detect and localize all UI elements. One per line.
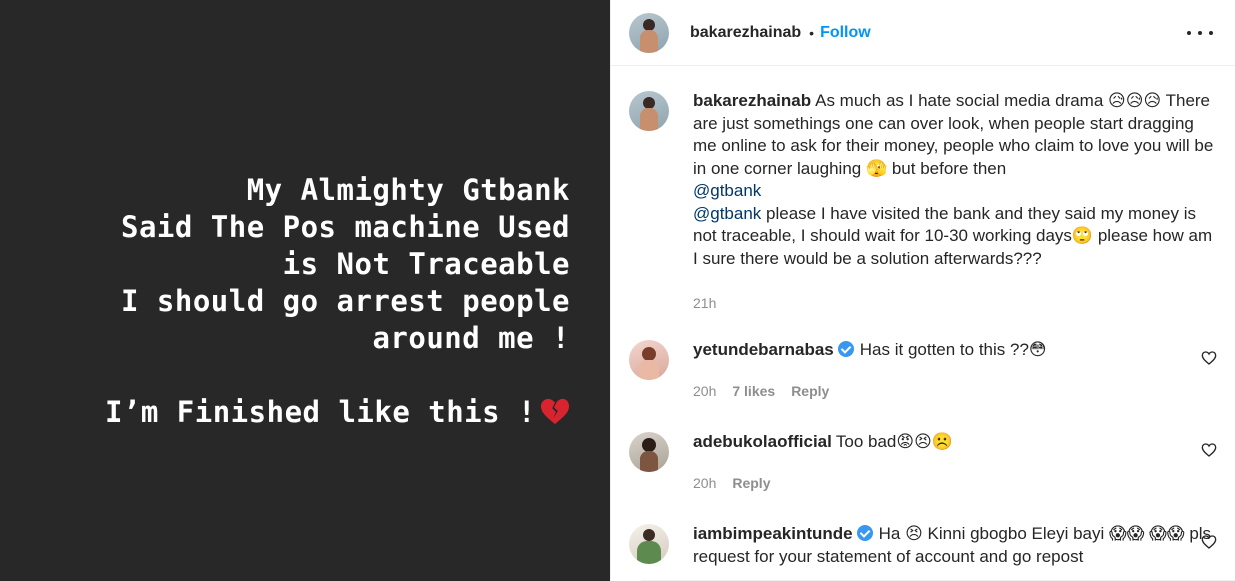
comments-panel: bakarezhainab • Follow bakarezhainab As m…: [610, 0, 1235, 581]
avatar[interactable]: [629, 12, 669, 53]
caption-text-block: bakarezhainab As much as I hate social me…: [693, 90, 1217, 180]
comment-username[interactable]: iambimpeakintunde: [693, 524, 853, 543]
caption-body: bakarezhainab As much as I hate social me…: [693, 90, 1217, 315]
story-line: is Not Traceable: [282, 247, 570, 281]
avatar[interactable]: [629, 432, 669, 472]
comment-username[interactable]: yetundebarnabas: [693, 340, 834, 359]
comment-item: iambimpeakintunde Ha 😣 Kinni gbogbo Eleyi…: [629, 522, 1217, 568]
more-options-icon[interactable]: [1187, 26, 1213, 40]
story-line: I should go arrest people: [121, 284, 570, 318]
post-image-text: My Almighty Gtbank Said The Pos machine …: [105, 172, 570, 431]
like-heart-icon[interactable]: [1201, 350, 1217, 366]
caption: bakarezhainab As much as I hate social me…: [629, 89, 1217, 315]
post-header: bakarezhainab • Follow: [611, 0, 1235, 66]
story-last-line: I’m Finished like this !: [105, 394, 570, 431]
timestamp[interactable]: 20h: [693, 472, 716, 495]
story-line: My Almighty Gtbank: [246, 173, 570, 207]
caption-meta: 21h: [693, 292, 1217, 315]
reply-button[interactable]: Reply: [791, 380, 829, 403]
story-line: Said The Pos machine Used: [121, 210, 570, 244]
separator-dot: •: [809, 24, 815, 41]
comment-body: yetundebarnabas Has it gotten to this ??😳…: [693, 339, 1217, 402]
comment-item: yetundebarnabas Has it gotten to this ??😳…: [629, 338, 1217, 402]
story-line: around me !: [372, 321, 570, 355]
comments-list[interactable]: bakarezhainab As much as I hate social me…: [611, 67, 1235, 581]
mention-link[interactable]: @gtbank: [693, 204, 761, 223]
avatar[interactable]: [629, 91, 669, 131]
follow-button[interactable]: Follow: [820, 24, 871, 42]
verified-badge-icon: [856, 525, 873, 541]
comment-text: Too bad😡😣☹️: [835, 432, 953, 451]
post-image[interactable]: My Almighty Gtbank Said The Pos machine …: [0, 0, 610, 581]
timestamp[interactable]: 20h: [693, 380, 716, 403]
comment-body: iambimpeakintunde Ha 😣 Kinni gbogbo Eleyi…: [693, 523, 1217, 568]
comment-text: Has it gotten to this ??😳: [859, 340, 1047, 359]
header-username[interactable]: bakarezhainab: [690, 24, 801, 42]
story-gap: [105, 357, 570, 394]
caption-username[interactable]: bakarezhainab: [693, 91, 811, 110]
story-last-text: I’m Finished like this !: [104, 395, 536, 429]
verified-badge-icon: [837, 341, 854, 357]
comment-username[interactable]: adebukolaofficial: [693, 432, 832, 451]
timestamp[interactable]: 21h: [693, 292, 716, 315]
mention-link[interactable]: @gtbank: [693, 181, 761, 200]
like-heart-icon[interactable]: [1201, 534, 1217, 550]
caption-text-2: please I have visited the bank and they …: [693, 203, 1213, 268]
like-heart-icon[interactable]: [1201, 442, 1217, 458]
avatar[interactable]: [629, 524, 669, 564]
reply-button[interactable]: Reply: [732, 472, 770, 495]
broken-heart-icon: [541, 398, 569, 425]
post-modal: My Almighty Gtbank Said The Pos machine …: [0, 0, 1235, 581]
comment-item: adebukolaofficial Too bad😡😣☹️ 20h Reply: [629, 430, 1217, 494]
comment-meta: 20h Reply: [693, 472, 1217, 495]
avatar[interactable]: [629, 340, 669, 380]
comment-body: adebukolaofficial Too bad😡😣☹️ 20h Reply: [693, 431, 1217, 494]
comment-meta: 20h 7 likes Reply: [693, 380, 1217, 403]
likes-count[interactable]: 7 likes: [732, 380, 775, 403]
